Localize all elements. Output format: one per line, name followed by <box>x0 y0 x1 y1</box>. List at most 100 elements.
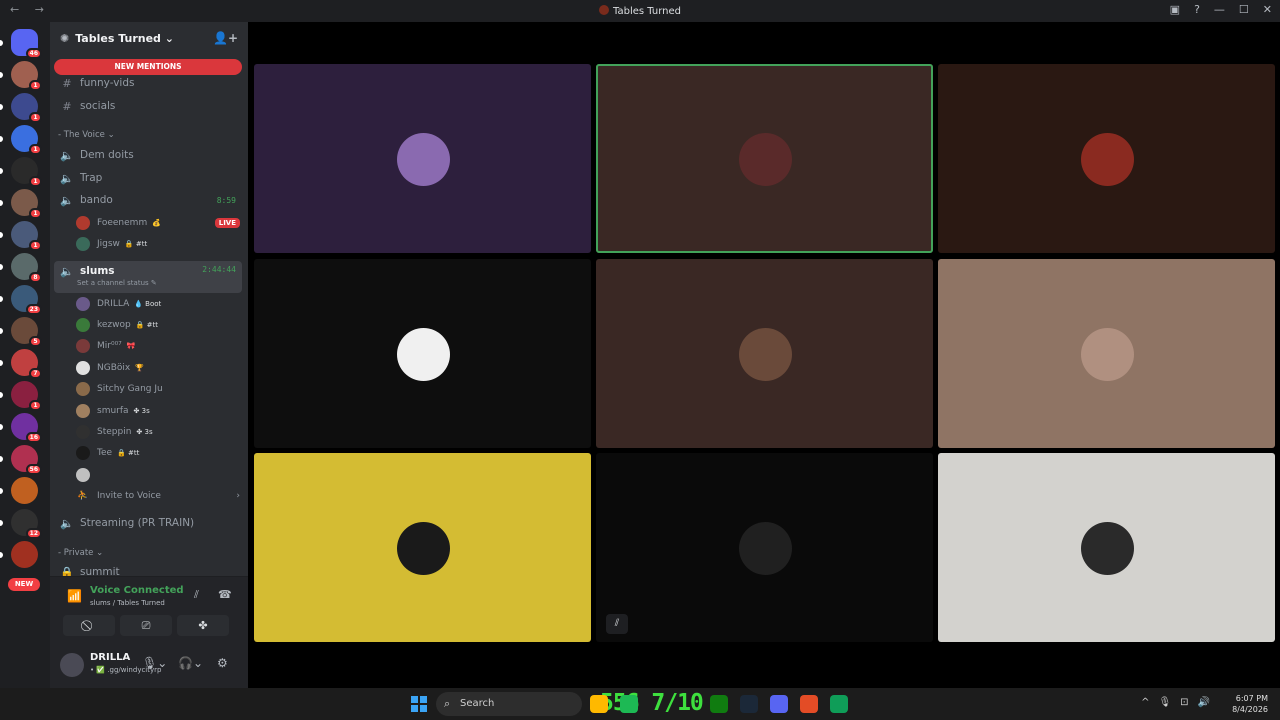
network-icon[interactable]: ⊡ <box>1180 697 1188 708</box>
maximize-icon[interactable]: ☐ <box>1239 3 1249 16</box>
voice-user[interactable]: smurfa ✤ 3s <box>76 401 240 420</box>
voice-user[interactable]: Steppin ✤ 3s <box>76 422 240 441</box>
speaker-icon: 🔈 <box>60 193 74 207</box>
user-tag: 🔒 #tt <box>135 320 159 329</box>
voice-user[interactable] <box>76 465 240 484</box>
disconnect-icon[interactable]: ☎ <box>218 588 232 601</box>
discord-home-icon[interactable]: 46 <box>0 29 42 59</box>
server-icon[interactable] <box>0 541 38 568</box>
voice-user[interactable]: Jigsw 🔒 #tt <box>76 234 240 253</box>
camera-button[interactable]: ⃠ <box>63 615 115 636</box>
server-name: Tables Turned ⌄ <box>75 31 174 45</box>
voice-channel-streaming[interactable]: 🔈 Streaming (PR TRAIN) <box>54 513 242 533</box>
close-icon[interactable]: ✕ <box>1263 3 1272 16</box>
noise-suppression-icon[interactable]: ⫽ <box>194 588 199 602</box>
help-icon[interactable]: ? <box>1194 3 1200 16</box>
voice-channel-dem-doits[interactable]: 🔈 Dem doits <box>54 145 242 165</box>
server-icon[interactable]: 23 <box>0 285 42 315</box>
steam-icon[interactable] <box>740 695 758 713</box>
show-hidden-icons[interactable]: ^ <box>1141 697 1149 708</box>
voice-user[interactable]: NGBöix 🏆 <box>76 358 240 377</box>
category-private[interactable]: - Private ⌄ <box>58 548 103 558</box>
microphone-icon[interactable]: 🎙⌄ <box>142 656 167 670</box>
mention-badge: 1 <box>29 80 42 91</box>
server-icon[interactable]: 1 <box>0 381 42 411</box>
windows-start-icon[interactable] <box>411 696 427 712</box>
microphone-icon[interactable]: 🎙 <box>1158 697 1171 708</box>
server-icon[interactable]: 1 <box>0 93 42 123</box>
invite-to-voice[interactable]: ⛹ Invite to Voice › <box>76 486 240 505</box>
volume-icon[interactable]: 🔊 <box>1198 697 1210 708</box>
edge-icon[interactable] <box>830 695 848 713</box>
speaker-icon: 🔈 <box>60 171 74 185</box>
server-icon[interactable]: 16 <box>0 413 42 443</box>
voice-user[interactable]: Mir⁰⁰⁷ 🎀 <box>76 337 240 356</box>
xbox-icon[interactable] <box>710 695 728 713</box>
video-tile[interactable] <box>596 64 933 253</box>
category-the-voice[interactable]: - The Voice ⌄ <box>58 130 115 140</box>
server-icon[interactable]: 8 <box>0 253 42 283</box>
mention-badge: 5 <box>29 336 42 347</box>
video-tile[interactable] <box>938 259 1275 448</box>
headphones-icon[interactable]: 🎧⌄ <box>178 656 203 670</box>
mention-badge: 1 <box>29 112 42 123</box>
video-tile[interactable] <box>254 64 591 253</box>
server-icon[interactable]: 1 <box>0 125 42 155</box>
server-icon[interactable]: 7 <box>0 349 42 379</box>
chrome-icon[interactable] <box>800 695 818 713</box>
video-tile[interactable] <box>254 453 591 642</box>
spotify-icon[interactable] <box>620 695 638 713</box>
video-tile[interactable] <box>938 453 1275 642</box>
voice-channel-slums[interactable]: 🔈 slums 2:44:44 <box>54 261 242 293</box>
avatar <box>76 236 90 251</box>
live-badge[interactable]: LIVE <box>214 217 240 228</box>
speaker-icon: 🔈 <box>60 148 74 162</box>
voice-channel-bando[interactable]: 🔈 bando 8:59 <box>54 190 242 210</box>
video-tile[interactable]: ⫽ <box>596 453 933 642</box>
new-badge[interactable]: NEW <box>8 578 40 591</box>
server-icon[interactable]: 12 <box>0 509 42 539</box>
video-tile[interactable] <box>596 259 933 448</box>
voice-user[interactable]: DRILLA 💧 Boot <box>76 294 240 313</box>
discord-icon[interactable] <box>770 695 788 713</box>
gear-icon[interactable]: ⚙ <box>217 656 228 670</box>
video-tile[interactable] <box>254 259 591 448</box>
inbox-icon[interactable]: ▣ <box>1170 3 1180 16</box>
user-tag: ✤ 3s <box>136 427 153 436</box>
server-header[interactable]: ✺ Tables Turned ⌄ 👤+ <box>50 22 248 54</box>
channel-funny-vids[interactable]: # funny-vids <box>54 73 242 93</box>
server-icon[interactable]: 1 <box>0 157 42 187</box>
voice-location[interactable]: slums / Tables Turned <box>90 599 165 607</box>
avatar <box>76 446 90 461</box>
channel-socials[interactable]: # socials <box>54 96 242 116</box>
user-tag: 🔒 #tt <box>117 449 140 458</box>
screen-share-button[interactable]: ⎚ <box>120 615 172 636</box>
server-icon[interactable] <box>0 477 38 504</box>
voice-user[interactable]: kezwop 🔒 #tt <box>76 315 240 334</box>
server-icon[interactable]: 5 <box>0 317 42 347</box>
voice-user[interactable]: Foeenemm 💰 LIVE <box>76 213 240 232</box>
signal-icon[interactable]: 📶 <box>67 589 82 603</box>
mention-badge: 46 <box>25 48 42 59</box>
taskbar-search[interactable]: ⌕ Search <box>436 692 582 716</box>
server-icon[interactable]: 1 <box>0 61 42 91</box>
server-icon[interactable]: 56 <box>0 445 42 475</box>
server-icon[interactable]: 1 <box>0 221 42 251</box>
set-channel-status[interactable]: Set a channel status ✎ <box>77 279 157 287</box>
voice-channel-trap[interactable]: 🔈 Trap <box>54 168 242 188</box>
minimize-icon[interactable]: — <box>1214 3 1225 16</box>
server-icon[interactable]: 1 <box>0 189 42 219</box>
avatar[interactable] <box>60 653 84 677</box>
mention-badge: 16 <box>25 432 42 443</box>
file-explorer-icon[interactable] <box>590 695 608 713</box>
voice-user-name: kezwop <box>97 319 131 330</box>
add-member-icon[interactable]: 👤+ <box>213 31 238 45</box>
voice-user[interactable]: Tee 🔒 #tt <box>76 444 240 463</box>
muted-mic-icon: ⫽ <box>606 614 628 634</box>
unread-indicator <box>0 392 3 398</box>
activities-button[interactable]: ✤ <box>177 615 229 636</box>
voice-user[interactable]: Sitchy Gang Ju <box>76 380 240 399</box>
video-tile[interactable] <box>938 64 1275 253</box>
voice-user-name: DRILLA <box>97 298 130 309</box>
clock[interactable]: 6:07 PM 8/4/2026 <box>1232 693 1268 715</box>
